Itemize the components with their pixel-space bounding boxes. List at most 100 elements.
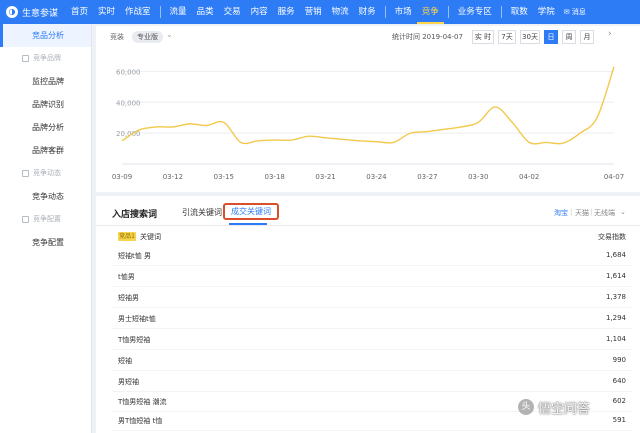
sidebar-group-config: 竞争配置 (0, 208, 91, 231)
x-tick-label: 03-27 (417, 173, 437, 181)
keyword: 男短袖 (118, 378, 139, 386)
competitor-badge: 竞品1 (118, 232, 136, 241)
range-30d-button[interactable]: 30天 (520, 30, 540, 44)
nav-data-fetch[interactable]: 取数 (506, 0, 533, 24)
tab-deal-keywords[interactable]: 成交关键词 (223, 203, 279, 220)
source-wireless[interactable]: 无线端 (594, 208, 615, 218)
source-taobao[interactable]: 淘宝 (554, 208, 568, 218)
app-title: 生意参谋 (22, 8, 59, 19)
nav-logistics[interactable]: 物流 (327, 0, 354, 24)
col-index-header[interactable]: 交易指数 (598, 232, 626, 242)
nav-realtime[interactable]: 实时 (93, 0, 120, 24)
sidebar-item-competition-config[interactable]: 竞争配置 (0, 231, 91, 254)
data-point (341, 138, 344, 141)
trade-index: 1,684 (605, 251, 626, 259)
table-header: 竞品1 关键词 交易指数 (112, 230, 632, 244)
message-link[interactable]: ✉ 消息 (560, 7, 586, 17)
x-tick-label: 04-02 (519, 173, 539, 181)
data-point (528, 141, 531, 144)
trend-chart-panel: 竞装 专业版 ⌄ 统计时间 2019-04-07 实 时 7天 30天 日 周 … (96, 26, 640, 192)
nav-competition[interactable]: 竞争 (416, 0, 444, 24)
keyword: 短袖 (118, 357, 132, 365)
sidebar: 竞品分析 竞争品牌 监控品牌 品牌识别 品牌分析 品牌客群 竞争动态 竞争动态 … (0, 24, 92, 433)
app-logo[interactable]: ◑ 生意参谋 (0, 6, 66, 19)
chevron-right-icon[interactable]: › (608, 29, 612, 39)
source-divider: | (570, 208, 573, 216)
table-row[interactable]: t恤男 1,614 (112, 267, 632, 287)
nav-market[interactable]: 市场 (390, 0, 417, 24)
nav-finance[interactable]: 财务 (354, 0, 381, 24)
nav-divider (500, 6, 502, 18)
x-tick-label: 03-18 (265, 173, 285, 181)
range-7d-button[interactable]: 7天 (498, 30, 516, 44)
trade-index: 1,378 (605, 293, 626, 301)
chart-toolbar: 竞装 专业版 ⌄ 统计时间 2019-04-07 实 时 7天 30天 日 周 … (96, 26, 640, 48)
sidebar-item-monitor-brand[interactable]: 监控品牌 (0, 70, 91, 93)
table-row[interactable]: 男士短袖t恤 1,294 (112, 309, 632, 329)
table-row[interactable]: 男短袖 640 (112, 372, 632, 392)
x-tick-label: 03-24 (366, 173, 387, 181)
data-point (171, 125, 174, 128)
sidebar-item-competition-dynamics[interactable]: 竞争动态 (0, 185, 91, 208)
divider (96, 225, 640, 226)
data-point (477, 121, 480, 124)
nav-war-room[interactable]: 作战室 (120, 0, 156, 24)
sidebar-group-brand: 竞争品牌 (0, 47, 91, 70)
trend-line-chart: 20,00040,00060,00003-09 03-12 03-15 03-18 03… (112, 65, 624, 181)
keyword: t恤男 (118, 273, 135, 281)
sidebar-item-brand-identify[interactable]: 品牌识别 (0, 93, 91, 116)
data-point (612, 65, 615, 68)
source-tmall[interactable]: 天猫 (575, 208, 589, 218)
nav-service[interactable]: 服务 (273, 0, 300, 24)
sidebar-item-competitor-analysis[interactable]: 竞品分析 (0, 24, 91, 47)
data-point (511, 121, 514, 124)
series-line (121, 66, 615, 145)
x-tick-label: 03-12 (163, 173, 183, 181)
toutiao-logo-icon: 头 (518, 399, 534, 415)
top-nav: ◑ 生意参谋 首页 实时 作战室 流量 品类 交易 内容 服务 营销 物流 财务… (0, 0, 640, 24)
trade-index: 1,614 (605, 272, 626, 280)
keyword: 短袖t恤 男 (118, 252, 151, 260)
message-label: 消息 (571, 8, 586, 16)
x-tick-label: 03-30 (468, 173, 488, 181)
table-row[interactable]: 短袖男 1,378 (112, 288, 632, 308)
data-point (205, 124, 208, 127)
data-point (324, 136, 327, 139)
source-divider: | (590, 208, 593, 216)
range-week-button[interactable]: 周 (562, 30, 576, 44)
nav-trade[interactable]: 交易 (219, 0, 246, 24)
table-row[interactable]: 短袖t恤 男 1,684 (112, 246, 632, 266)
data-point (120, 139, 123, 142)
keyword: 男T恤短袖 t恤 (118, 417, 163, 425)
chevron-down-icon[interactable]: ⌄ (166, 30, 173, 39)
chevron-down-icon[interactable]: ⌄ (620, 208, 626, 216)
nav-home[interactable]: 首页 (66, 0, 93, 24)
nav-divider (447, 6, 449, 18)
mail-icon: ✉ (563, 8, 570, 16)
nav-academy[interactable]: 学院 (533, 0, 560, 24)
trade-index: 1,294 (605, 314, 626, 322)
table-row[interactable]: T恤男短袖 1,104 (112, 330, 632, 350)
range-day-button[interactable]: 日 (544, 30, 558, 44)
data-point (307, 135, 310, 138)
nav-marketing[interactable]: 营销 (300, 0, 327, 24)
watermark-text: 悟空问答 (538, 401, 591, 417)
data-point (239, 141, 242, 144)
group-icon (22, 216, 29, 223)
nav-category[interactable]: 品类 (192, 0, 219, 24)
range-realtime-button[interactable]: 实 时 (472, 30, 494, 44)
nav-traffic[interactable]: 流量 (165, 0, 192, 24)
version-select[interactable]: 专业版 (132, 31, 163, 43)
sidebar-item-brand-audience[interactable]: 品牌客群 (0, 139, 91, 162)
nav-content[interactable]: 内容 (246, 0, 273, 24)
data-point (154, 125, 157, 128)
table-row[interactable]: 短袖 990 (112, 351, 632, 371)
keyword: 短袖男 (118, 294, 139, 302)
nav-business-zone[interactable]: 业务专区 (453, 0, 497, 24)
data-point (290, 138, 293, 141)
sidebar-item-brand-analysis[interactable]: 品牌分析 (0, 116, 91, 139)
group-icon (22, 170, 29, 177)
range-month-button[interactable]: 月 (580, 30, 594, 44)
keyword: 男士短袖t恤 (118, 315, 156, 323)
tab-traffic-keywords[interactable]: 引流关键词 (182, 207, 222, 218)
